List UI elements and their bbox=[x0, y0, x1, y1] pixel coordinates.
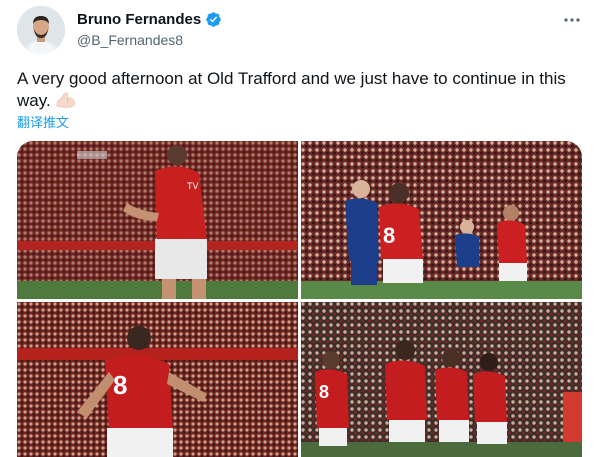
more-options-button[interactable] bbox=[560, 8, 584, 32]
media-grid: TV 8 8 8 bbox=[17, 141, 582, 457]
shirt-number-4: 8 bbox=[319, 382, 329, 402]
tweet-header: Bruno Fernandes @B_Fernandes8 bbox=[17, 6, 584, 54]
author-name-text[interactable]: Bruno Fernandes bbox=[77, 11, 201, 28]
flexed-biceps-icon bbox=[57, 92, 76, 108]
photo-2[interactable]: 8 bbox=[301, 141, 582, 299]
author-handle[interactable]: @B_Fernandes8 bbox=[77, 32, 222, 48]
shirt-number-2: 8 bbox=[383, 223, 395, 248]
photo-3[interactable]: 8 bbox=[17, 302, 298, 457]
photo-1[interactable]: TV bbox=[17, 141, 298, 299]
tweet-text: A very good afternoon at Old Trafford an… bbox=[17, 68, 577, 112]
photo-4[interactable]: 8 bbox=[301, 302, 582, 457]
more-horizontal-icon bbox=[564, 18, 580, 22]
translate-tweet-link[interactable]: 翻译推文 bbox=[17, 112, 69, 131]
svg-text:TV: TV bbox=[187, 181, 199, 191]
verified-badge-icon bbox=[206, 11, 221, 27]
tweet-body: A very good afternoon at Old Trafford an… bbox=[17, 69, 566, 110]
shirt-number-3: 8 bbox=[113, 370, 127, 400]
author-name[interactable]: Bruno Fernandes bbox=[77, 9, 222, 29]
avatar[interactable] bbox=[17, 6, 65, 54]
